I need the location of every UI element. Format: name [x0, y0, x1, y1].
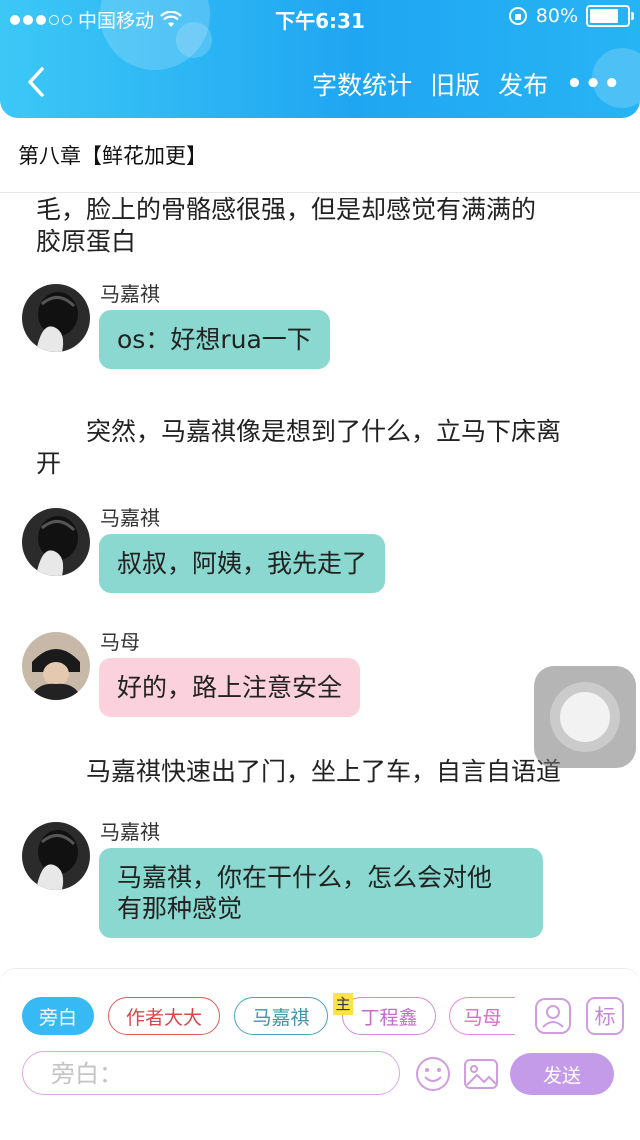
avatar: [22, 508, 90, 576]
old-version-button[interactable]: 旧版: [430, 66, 480, 102]
chapter-header: 第八章【鲜花加更】: [0, 118, 640, 193]
speaker-name: 马母: [100, 630, 140, 654]
role-chip-narration[interactable]: 旁白: [22, 997, 94, 1035]
role-chip-ma-jiaqi[interactable]: 马嘉祺: [234, 997, 328, 1035]
send-button[interactable]: 发送: [510, 1053, 614, 1095]
word-count-button[interactable]: 字数统计: [312, 66, 412, 102]
status-bar: 中国移动 下午6:31 80%: [0, 0, 640, 36]
add-role-icon[interactable]: [534, 997, 572, 1035]
message-input[interactable]: [49, 1058, 373, 1090]
message-input-wrapper[interactable]: [22, 1051, 400, 1095]
assistive-touch-button[interactable]: [534, 666, 636, 768]
speaker-name: 马嘉祺: [100, 506, 160, 530]
avatar: [22, 284, 90, 352]
narration-line: 马嘉祺快速出了门，坐上了车，自言自语道: [36, 757, 562, 786]
speaker-name: 马嘉祺: [100, 820, 160, 844]
narration-block: 马嘉祺快速出了门，坐上了车，自言自语道: [36, 756, 561, 788]
speaker-name: 马嘉祺: [100, 282, 160, 306]
narration-line: 突然，马嘉祺像是想到了什么，立马下床离: [36, 417, 562, 446]
chapter-title[interactable]: 第八章【鲜花加更】: [18, 140, 207, 170]
message-text: 马嘉祺，你在干什么，怎么会对他: [117, 863, 493, 892]
message-text: os：好想rua一下: [117, 325, 312, 354]
back-icon[interactable]: [24, 66, 50, 98]
message-bubble[interactable]: os：好想rua一下: [99, 310, 330, 369]
image-icon[interactable]: [462, 1055, 500, 1093]
message-bubble[interactable]: 好的，路上注意安全: [99, 658, 361, 717]
narration-line: 毛，脸上的骨骼感很强，但是却感觉有满满的: [36, 195, 537, 224]
header: 中国移动 下午6:31 80% 字数统计 旧版 发布 •••: [0, 0, 640, 118]
message-text: 叔叔，阿姨，我先走了: [117, 549, 368, 578]
role-chip-author[interactable]: 作者大大: [108, 997, 220, 1035]
message-text: 好的，路上注意安全: [117, 673, 343, 702]
narration-block: 毛，脸上的骨骼感很强，但是却感觉有满满的 胶原蛋白: [36, 194, 536, 258]
role-chip-ma-mother[interactable]: 马母: [449, 997, 515, 1035]
battery-percent: 80%: [535, 5, 578, 27]
narration-line: 开: [36, 449, 62, 478]
narration-line: 胶原蛋白: [36, 227, 137, 256]
story-content[interactable]: 毛，脸上的骨骼感很强，但是却感觉有满满的 胶原蛋白 马嘉祺 os：好想rua一下…: [0, 192, 640, 968]
rotation-lock-icon: [508, 7, 527, 25]
avatar: [22, 632, 90, 700]
more-icon[interactable]: •••: [566, 69, 622, 99]
main-character-badge: 主: [333, 993, 353, 1015]
compose-toolbar: 旁白 作者大大 马嘉祺 丁程鑫 主 马母 标 发送: [0, 968, 640, 1140]
avatar: [22, 822, 90, 890]
nav-bar: 字数统计 旧版 发布 •••: [0, 58, 640, 108]
message-bubble[interactable]: 马嘉祺，你在干什么，怎么会对他 有那种感觉: [99, 848, 543, 938]
role-chip-ding-chengxin[interactable]: 丁程鑫: [342, 997, 436, 1035]
message-bubble[interactable]: 叔叔，阿姨，我先走了: [99, 534, 386, 593]
publish-button[interactable]: 发布: [498, 66, 548, 102]
narration-block: 突然，马嘉祺像是想到了什么，立马下床离 开: [36, 416, 561, 480]
message-text: 有那种感觉: [117, 894, 243, 923]
battery-icon: [586, 5, 634, 27]
tag-button[interactable]: 标: [586, 997, 624, 1035]
emoji-icon[interactable]: [414, 1055, 452, 1093]
